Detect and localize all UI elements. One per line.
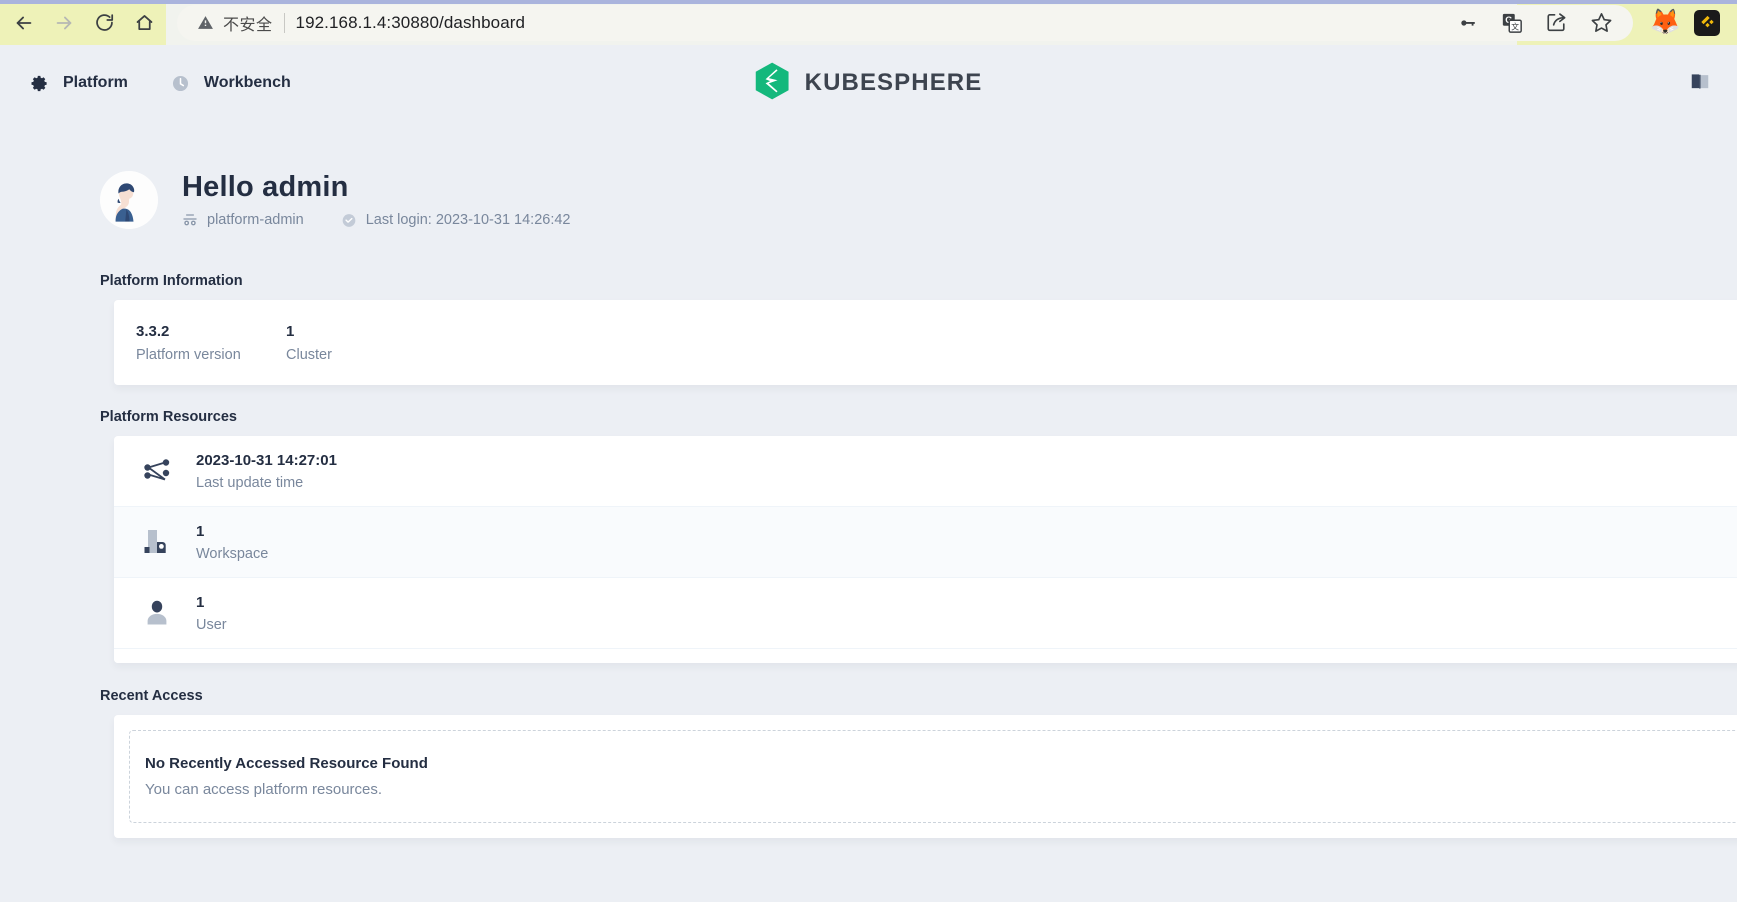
bookmark-star-icon[interactable]	[1590, 11, 1613, 34]
section-title-platform-information: Platform Information	[100, 273, 243, 289]
address-bar[interactable]: 不安全 192.168.1.4:30880/dashboard G 文	[177, 4, 1633, 41]
role-glasses-icon	[182, 212, 198, 228]
workspace-building-icon	[138, 523, 176, 561]
arrow-left-icon	[16, 16, 32, 29]
omnibox-divider	[283, 12, 285, 33]
browser-toolbar: 不安全 192.168.1.4:30880/dashboard G 文 🦊	[0, 0, 1737, 45]
empty-state-description: You can access platform resources.	[145, 781, 383, 799]
share-nodes-icon	[138, 452, 176, 490]
workspace-count-label: Workspace	[196, 546, 269, 562]
not-secure-warning-icon	[197, 14, 214, 31]
navigation-buttons	[0, 4, 163, 42]
recent-access-card: No Recently Accessed Resource Found You …	[114, 715, 1737, 839]
reload-icon	[95, 14, 113, 31]
resource-text-block: 1 User	[196, 593, 227, 633]
user-count-label: User	[196, 617, 227, 634]
header-nav: Platform Workbench	[30, 74, 291, 93]
platform-resources-card: 2023-10-31 14:27:01 Last update time 1 W…	[114, 435, 1737, 664]
last-login-label: Last login: 2023-10-31 14:26:42	[365, 212, 571, 229]
nav-item-workbench-label: Workbench	[203, 74, 291, 91]
platform-version-value: 3.3.2	[136, 323, 170, 340]
section-title-platform-resources: Platform Resources	[100, 408, 237, 425]
user-person-icon	[138, 594, 176, 632]
avatar	[100, 171, 158, 229]
kubesphere-logo[interactable]: KUBESPHERE	[755, 62, 983, 105]
nav-item-platform-label: Platform	[63, 74, 128, 91]
back-button[interactable]	[5, 4, 43, 42]
resource-row-user[interactable]: 1 User	[114, 578, 1737, 650]
header-right-actions	[1689, 70, 1711, 97]
clock-icon	[171, 74, 190, 93]
binance-bnb-icon[interactable]	[1693, 9, 1721, 37]
forward-button[interactable]	[45, 4, 83, 42]
resource-row-workspace[interactable]: 1 Workspace	[114, 506, 1737, 578]
platform-information-card: 3.3.2 Platform version 1 Cluster	[114, 300, 1737, 385]
omnibox-action-icons: G 文	[1457, 11, 1619, 34]
arrow-right-icon	[56, 16, 72, 29]
user-role-label: platform-admin	[207, 212, 304, 229]
resource-text-block: 1 Workspace	[196, 522, 268, 562]
recent-access-empty-state: No Recently Accessed Resource Found You …	[129, 730, 1737, 824]
platform-version-cell: 3.3.2 Platform version	[136, 322, 286, 363]
home-button[interactable]	[125, 4, 163, 42]
cluster-count-value: 1	[286, 323, 295, 340]
share-icon[interactable]	[1545, 11, 1568, 34]
page-title: Hello admin	[182, 170, 349, 203]
cluster-count-cell: 1 Cluster	[286, 322, 436, 363]
user-greeting: Hello admin platform-admin Last login: 2…	[100, 121, 1737, 229]
platform-version-label: Platform version	[136, 346, 241, 363]
user-role: platform-admin	[182, 212, 304, 228]
window-top-accent	[0, 0, 1737, 4]
greeting-meta: platform-admin Last login: 2023-10-31 14…	[182, 212, 570, 228]
dashboard-content: Hello admin platform-admin Last login: 2…	[0, 121, 1737, 902]
greeting-text-block: Hello admin platform-admin Last login: 2…	[182, 170, 570, 229]
gear-icon	[30, 74, 49, 93]
nav-item-workbench[interactable]: Workbench	[171, 74, 291, 93]
clock-check-icon	[341, 212, 357, 228]
resource-row-last-update[interactable]: 2023-10-31 14:27:01 Last update time	[114, 436, 1737, 507]
last-update-value: 2023-10-31 14:27:01	[196, 451, 337, 469]
browser-extension-icons: 🦊	[1633, 9, 1737, 37]
nav-item-platform[interactable]: Platform	[30, 74, 128, 93]
last-login: Last login: 2023-10-31 14:26:42	[341, 212, 571, 229]
resource-text-block: 2023-10-31 14:27:01 Last update time	[196, 451, 337, 491]
password-key-icon[interactable]	[1457, 12, 1479, 34]
url-text: 192.168.1.4:30880/dashboard	[295, 12, 526, 32]
kubesphere-hexagon-icon	[755, 62, 789, 105]
section-title-recent-access: Recent Access	[100, 688, 203, 705]
documentation-book-icon[interactable]	[1689, 70, 1711, 97]
last-update-label: Last update time	[196, 474, 304, 491]
user-count-value: 1	[196, 594, 205, 611]
kubesphere-logo-text: KUBESPHERE	[804, 69, 983, 96]
cluster-count-label: Cluster	[286, 346, 332, 363]
home-icon	[136, 15, 152, 30]
metamask-fox-icon[interactable]: 🦊	[1649, 9, 1680, 37]
security-status-label: 不安全	[223, 16, 273, 34]
empty-state-title: No Recently Accessed Resource Found	[145, 755, 428, 773]
translate-icon[interactable]: G 文	[1501, 12, 1523, 34]
resources-card-footer	[114, 649, 1737, 664]
kubesphere-header: Platform Workbench KUBESPHERE	[0, 45, 1737, 121]
workspace-count-value: 1	[196, 522, 205, 540]
reload-button[interactable]	[85, 4, 123, 42]
svg-text:文: 文	[1511, 21, 1519, 31]
